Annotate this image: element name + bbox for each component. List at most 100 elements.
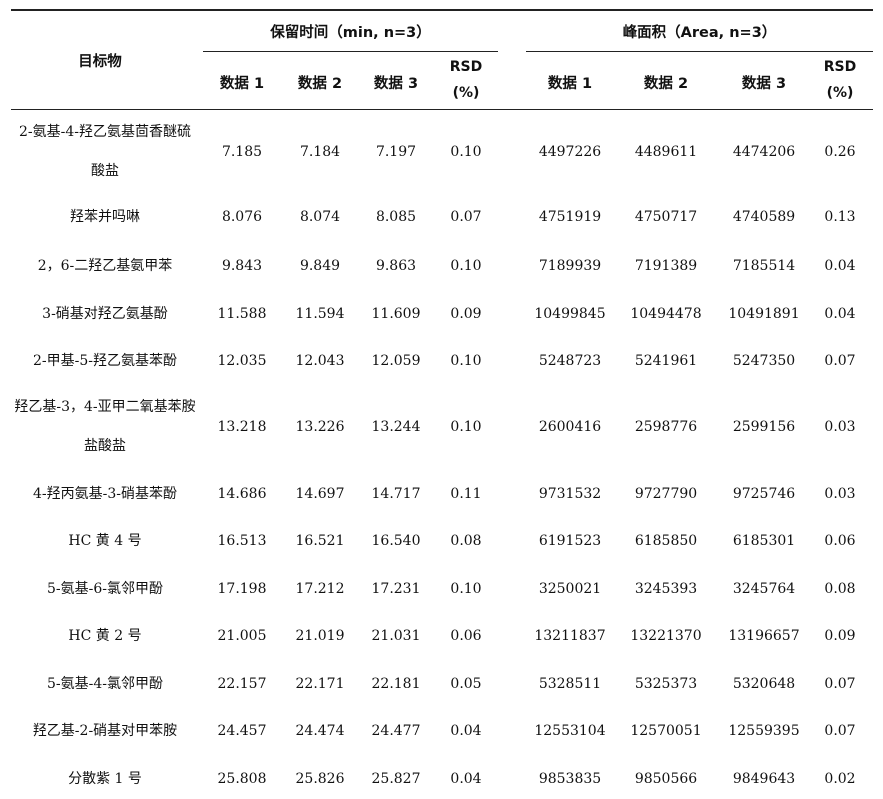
row-target-name: 分散紫 1 号 — [68, 770, 142, 787]
peak-area-3: 4740589 — [732, 209, 796, 225]
peak-area-1: 4751919 — [538, 209, 602, 225]
area-rsd: 0.13 — [824, 209, 856, 225]
peak-area-3: 5320648 — [732, 676, 796, 692]
peak-area-3: 9849643 — [732, 771, 796, 787]
peak-area-3: 5247350 — [732, 353, 796, 369]
peak-area-3: 2599156 — [732, 419, 796, 435]
peak-area-1: 2600416 — [538, 419, 602, 435]
retention-time-3: 25.827 — [371, 771, 421, 787]
peak-area-3: 7185514 — [732, 258, 796, 274]
area-rsd: 0.04 — [824, 306, 856, 322]
retention-time-3: 14.717 — [371, 486, 421, 502]
peak-area-2: 2598776 — [634, 419, 698, 435]
peak-area-2: 5325373 — [634, 676, 698, 692]
header-rt-data3: 数据 3 — [373, 76, 419, 92]
area-rsd: 0.06 — [824, 533, 856, 549]
peak-area-1: 4497226 — [538, 144, 602, 160]
header-rt-rsd: RSD (%) — [436, 54, 496, 106]
row-target-name: 3-硝基对羟乙氨基酚 — [42, 305, 168, 322]
area-rsd: 0.26 — [824, 144, 856, 160]
area-rsd: 0.04 — [824, 258, 856, 274]
retention-time-3: 16.540 — [371, 533, 421, 549]
top-rule — [11, 9, 873, 11]
peak-area-3: 13196657 — [728, 628, 800, 644]
retention-rsd: 0.10 — [450, 353, 482, 369]
retention-time-1: 25.808 — [217, 771, 267, 787]
retention-rsd: 0.09 — [450, 306, 482, 322]
row-target-name: 2，6-二羟乙基氨甲苯 — [37, 257, 173, 274]
peak-area-1: 9853835 — [538, 771, 602, 787]
retention-time-2: 8.074 — [299, 209, 341, 225]
retention-rsd: 0.10 — [450, 581, 482, 597]
header-area-data2: 数据 2 — [643, 76, 689, 92]
retention-time-2: 25.826 — [295, 771, 345, 787]
header-retention-group: 保留时间（min, n=3） — [270, 25, 431, 41]
peak-area-3: 6185301 — [732, 533, 796, 549]
peak-area-2: 5241961 — [634, 353, 698, 369]
header-area-rsd-line2: (%) — [826, 85, 854, 101]
peak-area-2: 6185850 — [634, 533, 698, 549]
row-target-name: HC 黄 4 号 — [68, 532, 142, 549]
retention-time-1: 14.686 — [217, 486, 267, 502]
peak-area-2: 7191389 — [634, 258, 698, 274]
peak-area-1: 3250021 — [538, 581, 602, 597]
retention-time-2: 7.184 — [299, 144, 341, 160]
peak-area-3: 10491891 — [728, 306, 800, 322]
row-target-name: 羟乙基-3，4-亚甲二氧基苯胺盐酸盐 — [14, 399, 196, 454]
retention-rsd: 0.11 — [450, 486, 482, 502]
retention-rsd: 0.05 — [450, 676, 482, 692]
peak-area-1: 5328511 — [538, 676, 602, 692]
row-target-name: 5-氨基-6-氯邻甲酚 — [46, 580, 163, 597]
peak-area-2: 13221370 — [630, 628, 702, 644]
retention-time-3: 22.181 — [371, 676, 421, 692]
retention-time-3: 21.031 — [371, 628, 421, 644]
row-target-name: 4-羟丙氨基-3-硝基苯酚 — [32, 485, 177, 502]
retention-time-2: 22.171 — [295, 676, 345, 692]
retention-time-2: 17.212 — [295, 581, 345, 597]
retention-time-2: 12.043 — [295, 353, 345, 369]
retention-time-1: 8.076 — [221, 209, 263, 225]
retention-time-3: 7.197 — [375, 144, 417, 160]
peak-area-1: 9731532 — [538, 486, 602, 502]
peak-area-1: 10499845 — [534, 306, 606, 322]
retention-time-2: 9.849 — [299, 258, 341, 274]
header-area-rsd: RSD (%) — [810, 54, 870, 106]
retention-time-1: 13.218 — [217, 419, 267, 435]
peak-area-1: 12553104 — [534, 723, 606, 739]
peak-area-2: 12570051 — [630, 723, 702, 739]
area-rsd: 0.09 — [824, 628, 856, 644]
retention-time-2: 16.521 — [295, 533, 345, 549]
header-target: 目标物 — [78, 54, 122, 70]
area-rsd: 0.08 — [824, 581, 856, 597]
retention-time-1: 11.588 — [217, 306, 267, 322]
row-target-name: 5-氨基-4-氯邻甲酚 — [46, 675, 163, 692]
header-area-data3: 数据 3 — [741, 76, 787, 92]
peak-area-1: 6191523 — [538, 533, 602, 549]
retention-time-2: 24.474 — [295, 723, 345, 739]
retention-time-1: 12.035 — [217, 353, 267, 369]
retention-time-2: 11.594 — [295, 306, 345, 322]
peak-area-2: 10494478 — [630, 306, 702, 322]
retention-time-1: 24.457 — [217, 723, 267, 739]
retention-time-1: 9.843 — [221, 258, 263, 274]
peak-area-1: 13211837 — [534, 628, 606, 644]
peak-area-1: 5248723 — [538, 353, 602, 369]
retention-time-3: 17.231 — [371, 581, 421, 597]
header-area-group: 峰面积（Area, n=3） — [622, 25, 777, 41]
peak-area-2: 4489611 — [634, 144, 698, 160]
retention-time-1: 17.198 — [217, 581, 267, 597]
header-rt-rsd-line1: RSD — [449, 59, 483, 75]
retention-time-3: 13.244 — [371, 419, 421, 435]
retention-time-3: 24.477 — [371, 723, 421, 739]
retention-rsd: 0.04 — [450, 723, 482, 739]
peak-area-2: 9850566 — [634, 771, 698, 787]
retention-rsd: 0.06 — [450, 628, 482, 644]
retention-rsd: 0.10 — [450, 419, 482, 435]
row-target-name: HC 黄 2 号 — [68, 627, 142, 644]
retention-rsd: 0.08 — [450, 533, 482, 549]
retention-time-1: 22.157 — [217, 676, 267, 692]
retention-group-rule — [203, 51, 498, 52]
retention-time-3: 12.059 — [371, 353, 421, 369]
area-rsd: 0.03 — [824, 419, 856, 435]
peak-area-3: 12559395 — [728, 723, 800, 739]
